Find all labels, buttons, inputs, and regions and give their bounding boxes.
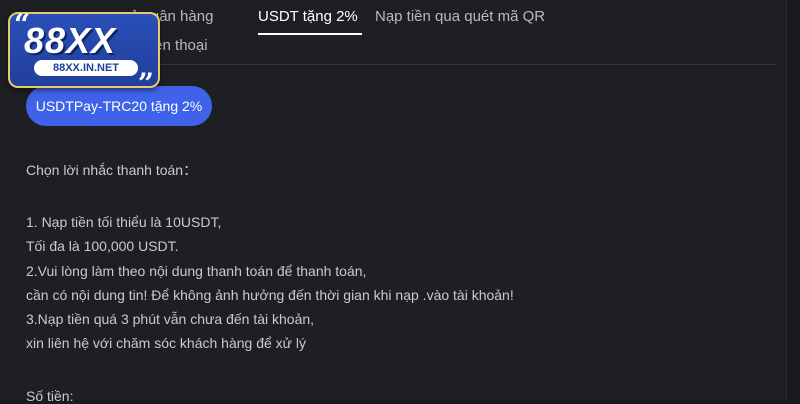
instruction-line: 2.Vui lòng làm theo nội dung thanh toán …: [26, 263, 367, 279]
instruction-line: 1. Nạp tiền tối thiểu là 10USDT,: [26, 214, 222, 230]
amount-label: Số tiền:: [26, 388, 74, 404]
close-quote-icon: ”: [137, 67, 154, 100]
instruction-line: xin liên hệ với chăm sóc khách hàng để x…: [26, 335, 307, 351]
instructions-title: Chọn lời nhắc thanh toán：: [26, 162, 198, 178]
instruction-line: 3.Nạp tiền quá 3 phút vẫn chưa đến tài k…: [26, 311, 315, 327]
active-tab-indicator: [258, 33, 362, 35]
instruction-line: cần có nội dung tin! Để không ảnh hưởng …: [26, 287, 514, 303]
scrollbar[interactable]: [786, 0, 800, 400]
instruction-line: Tối đa là 100,000 USDT.: [26, 238, 179, 254]
tab-qr-deposit[interactable]: Nạp tiền qua quét mã QR: [375, 8, 545, 25]
tab-usdt[interactable]: USDT tặng 2%: [258, 8, 358, 25]
usdt-trc20-option-button[interactable]: USDTPay-TRC20 tặng 2%: [26, 86, 212, 126]
logo-brand-text: 88XX: [24, 20, 117, 61]
logo-url-text: 88XX.IN.NET: [34, 60, 138, 76]
tabs-divider: [130, 64, 776, 65]
brand-logo: “ 88XX 88XX.IN.NET ”: [8, 8, 160, 100]
